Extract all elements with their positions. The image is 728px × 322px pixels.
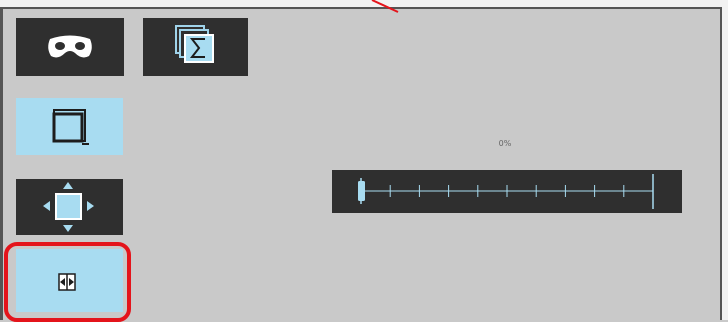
mask-icon [48, 35, 92, 58]
annotation-pointer-line [371, 0, 399, 13]
window-right-edge [720, 7, 722, 320]
slider-track [358, 174, 654, 209]
window-right-border [722, 7, 728, 320]
sum-button[interactable] [143, 18, 248, 76]
selection-highlight [4, 242, 131, 322]
sigma-stack-icon [175, 25, 214, 63]
move-arrows-icon [43, 182, 94, 232]
slider-value-label: 0% [498, 139, 512, 148]
window-left-edge [0, 7, 3, 320]
progress-slider[interactable] [332, 170, 682, 213]
window-button[interactable] [16, 98, 123, 155]
window-icon [52, 109, 89, 145]
move-button[interactable] [16, 179, 123, 235]
mask-button[interactable] [16, 18, 124, 76]
